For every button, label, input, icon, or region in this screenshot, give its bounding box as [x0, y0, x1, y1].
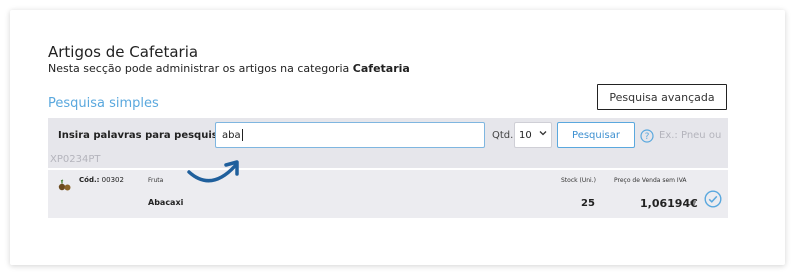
stock-label: Stock (Uni.) [561, 177, 596, 184]
product-code-label: Cód.: [79, 176, 100, 184]
product-icon [58, 176, 72, 191]
qty-select[interactable]: 10 [514, 122, 552, 148]
svg-text:?: ? [645, 132, 650, 142]
help-circle-icon[interactable]: ? [640, 128, 654, 143]
subtitle-text: Nesta secção pode administrar os artigos… [48, 62, 353, 75]
search-input[interactable]: aba [215, 122, 485, 148]
checkmark-circle-icon[interactable] [704, 190, 722, 208]
page-title: Artigos de Cafetaria [48, 43, 199, 61]
curved-arrow-icon [185, 150, 245, 190]
advanced-search-button[interactable]: Pesquisa avançada [597, 84, 727, 110]
page-subtitle: Nesta secção pode administrar os artigos… [48, 62, 410, 75]
qty-select-value: 10 [519, 129, 532, 141]
price-value: 1,06194€ [640, 197, 698, 210]
search-bar: Insira palavras para pesquisar aba Qtd. … [48, 118, 728, 168]
search-label: Insira palavras para pesquisar [58, 130, 230, 141]
chevron-down-icon [539, 129, 547, 140]
product-code: Cód.: 00302 [79, 176, 124, 184]
search-input-value: aba [222, 129, 241, 141]
simple-search-tab[interactable]: Pesquisa simples [48, 96, 159, 111]
search-example-hint: Ex.: Pneu ou [659, 130, 722, 141]
product-name: Abacaxi [148, 198, 184, 207]
subtitle-category: Cafetaria [352, 62, 410, 75]
stock-value: 25 [581, 198, 595, 209]
search-button[interactable]: Pesquisar [557, 122, 635, 148]
product-family: Fruta [148, 177, 164, 184]
qty-label: Qtd. [492, 130, 514, 141]
product-code-value: 00302 [101, 176, 124, 184]
result-row[interactable]: Cód.: 00302 Fruta Abacaxi Stock (Uni.) 2… [48, 170, 728, 218]
search-example-hint-continued: XP0234PT [50, 154, 101, 165]
price-label: Preço de Venda sem IVA [614, 177, 687, 184]
text-caret [241, 129, 243, 141]
